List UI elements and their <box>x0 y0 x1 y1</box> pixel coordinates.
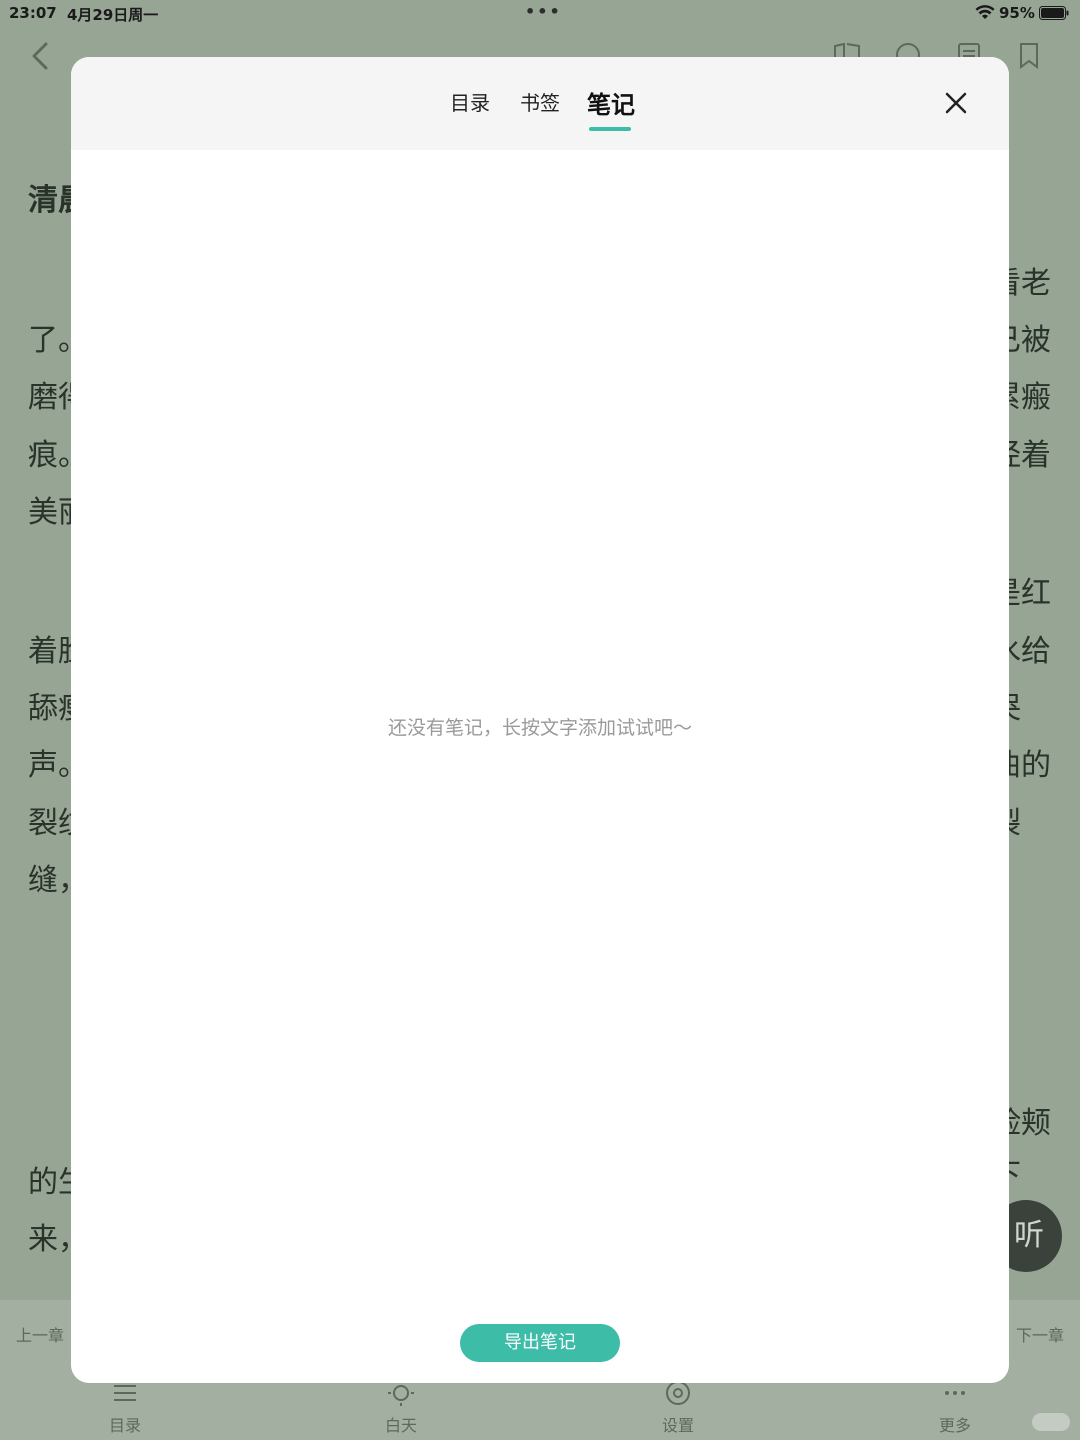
nav-label: 设置 <box>661 1416 694 1435</box>
nav-item-daymode[interactable]: 白天 <box>361 1378 441 1436</box>
bookmark-add-icon[interactable] <box>1015 40 1045 70</box>
nav-label: 白天 <box>384 1416 417 1435</box>
close-icon[interactable] <box>941 88 971 118</box>
panel-header: 目录 书签 笔记 <box>71 57 1009 150</box>
next-chapter-link[interactable]: 下一章 <box>1016 1322 1064 1346</box>
watermark <box>1032 1413 1070 1431</box>
tab-toc[interactable]: 目录 <box>450 87 490 116</box>
reader-screen: 23:07 4月29日周一 ••• 95% 清晨 了。 磨得 痕。 美丽 着脸 <box>0 0 1080 1440</box>
export-notes-button[interactable]: 导出笔记 <box>460 1324 620 1362</box>
notes-panel: 目录 书签 笔记 还没有笔记，长按文字添加试试吧～ 导出笔记 <box>71 57 1009 1383</box>
status-date: 4月29日周一 <box>67 6 159 24</box>
battery-icon <box>1039 6 1069 20</box>
active-tab-indicator <box>589 127 631 131</box>
back-icon[interactable] <box>28 40 52 72</box>
status-time: 23:07 <box>9 4 57 22</box>
tab-notes[interactable]: 笔记 <box>587 85 635 120</box>
nav-label: 更多 <box>938 1416 971 1435</box>
empty-notes-message: 还没有笔记，长按文字添加试试吧～ <box>387 717 692 739</box>
prev-chapter-link[interactable]: 上一章 <box>16 1322 64 1346</box>
multitask-dots-icon[interactable]: ••• <box>525 2 562 21</box>
nav-item-more[interactable]: 更多 <box>915 1378 995 1436</box>
wifi-icon <box>975 5 995 19</box>
nav-label: 目录 <box>108 1416 141 1435</box>
nav-item-settings[interactable]: 设置 <box>638 1378 718 1436</box>
battery-percent: 95% <box>999 4 1035 22</box>
nav-item-toc[interactable]: 目录 <box>85 1378 165 1436</box>
tab-bookmarks[interactable]: 书签 <box>520 87 560 116</box>
status-bar: 23:07 4月29日周一 ••• 95% <box>0 0 1080 28</box>
